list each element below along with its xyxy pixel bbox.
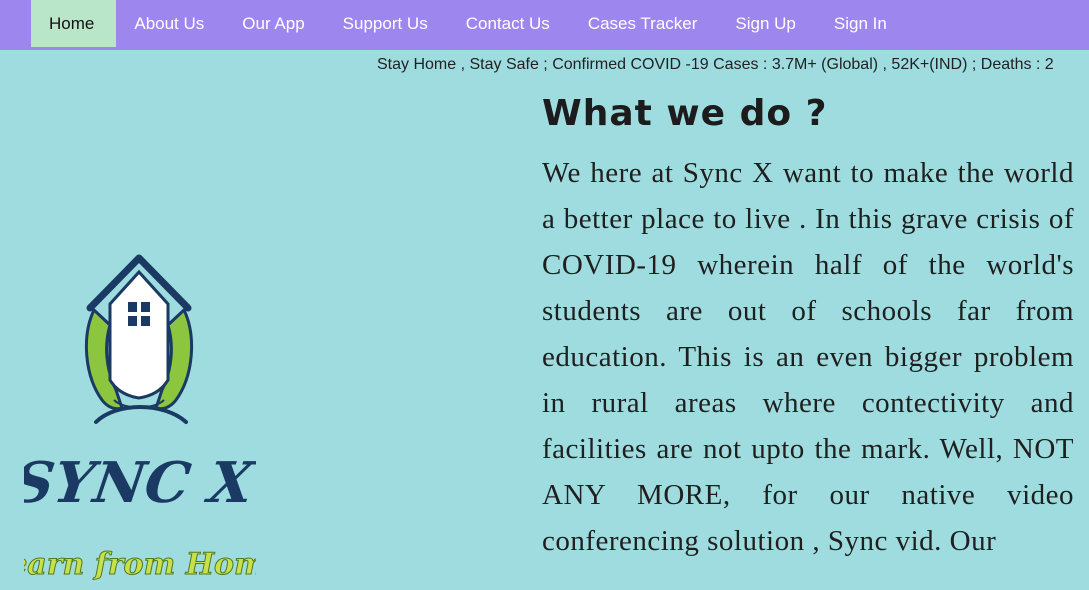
nav-sign-up[interactable]: Sign Up [717, 0, 815, 47]
nav-home[interactable]: Home [31, 0, 117, 47]
nav-home-label: Home [49, 13, 95, 33]
nav-cases-tracker-label: Cases Tracker [587, 13, 698, 33]
sync-x-logo: SYNC X Learn from Home [0, 250, 285, 590]
nav-support-us-label: Support Us [342, 13, 428, 33]
logo-tagline: Learn from Home [24, 547, 256, 582]
nav-contact-us[interactable]: Contact Us [448, 0, 570, 47]
what-we-do-section: What we do ? We here at Sync X want to m… [542, 90, 1074, 590]
nav-our-app-label: Our App [242, 13, 305, 33]
nav-cases-tracker[interactable]: Cases Tracker [570, 0, 718, 47]
nav-sign-in-label: Sign In [833, 13, 887, 33]
nav-list: Home About Us Our App Support Us Contact… [31, 0, 907, 47]
news-ticker: Stay Home , Stay Safe ; Confirmed COVID … [0, 52, 1089, 80]
logo-title: SYNC X [24, 450, 256, 516]
section-heading: What we do ? [542, 93, 828, 134]
nav-about-us-label: About Us [134, 13, 205, 33]
nav-sign-up-label: Sign Up [735, 13, 796, 33]
nav-contact-us-label: Contact Us [465, 13, 550, 33]
logo-graphic: SYNC X Learn from Home [0, 254, 285, 583]
section-paragraph: We here at Sync X want to make the world… [542, 157, 1074, 557]
navbar: Home About Us Our App Support Us Contact… [0, 0, 1089, 50]
nav-support-us[interactable]: Support Us [325, 0, 448, 47]
nav-our-app[interactable]: Our App [224, 0, 324, 47]
nav-about-us[interactable]: About Us [116, 0, 224, 47]
nav-sign-in[interactable]: Sign In [816, 0, 907, 47]
news-ticker-text: Stay Home , Stay Safe ; Confirmed COVID … [377, 56, 1054, 73]
